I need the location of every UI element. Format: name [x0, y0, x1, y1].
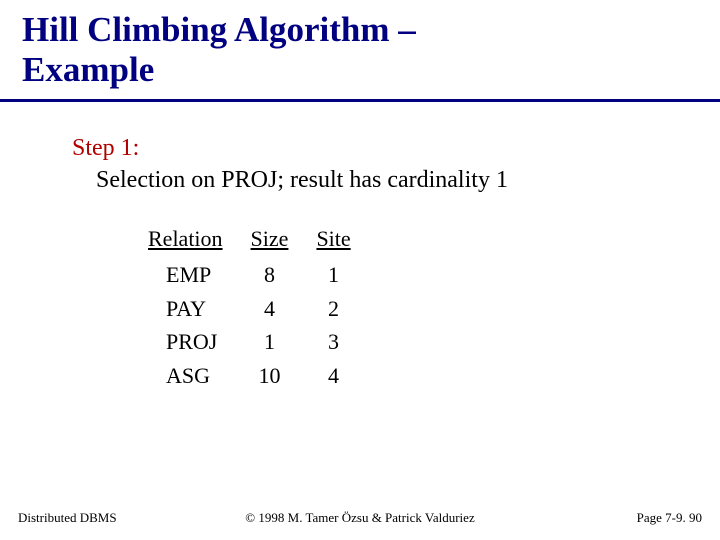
slide-body: Step 1: Selection on PROJ; result has ca… [0, 102, 720, 393]
table-row: EMP 8 1 [148, 258, 379, 292]
table-row: ASG 10 4 [148, 359, 379, 393]
cell-relation: PROJ [148, 325, 251, 359]
cell-site: 2 [316, 292, 378, 326]
title-line-2: Example [22, 50, 154, 89]
cell-site: 4 [316, 359, 378, 393]
col-size: Size [251, 224, 317, 258]
cell-size: 1 [251, 325, 317, 359]
cell-relation: EMP [148, 258, 251, 292]
slide: Hill Climbing Algorithm – Example Step 1… [0, 0, 720, 540]
cell-size: 8 [251, 258, 317, 292]
relation-table: Relation Size Site EMP 8 1 PAY 4 2 PROJ … [148, 224, 379, 392]
cell-relation: PAY [148, 292, 251, 326]
footer-right: Page 7-9. 90 [637, 510, 702, 526]
cell-site: 3 [316, 325, 378, 359]
table-header-row: Relation Size Site [148, 224, 379, 258]
relation-table-wrap: Relation Size Site EMP 8 1 PAY 4 2 PROJ … [148, 224, 680, 392]
title-line-1: Hill Climbing Algorithm – [22, 10, 416, 49]
col-site: Site [316, 224, 378, 258]
table-row: PROJ 1 3 [148, 325, 379, 359]
step-description: Selection on PROJ; result has cardinalit… [72, 164, 680, 196]
cell-site: 1 [316, 258, 378, 292]
cell-relation: ASG [148, 359, 251, 393]
step-label: Step 1: [72, 132, 680, 164]
slide-title: Hill Climbing Algorithm – Example [0, 0, 720, 91]
col-relation: Relation [148, 224, 251, 258]
table-row: PAY 4 2 [148, 292, 379, 326]
cell-size: 10 [251, 359, 317, 393]
cell-size: 4 [251, 292, 317, 326]
footer-center: © 1998 M. Tamer Özsu & Patrick Valduriez [0, 510, 720, 526]
